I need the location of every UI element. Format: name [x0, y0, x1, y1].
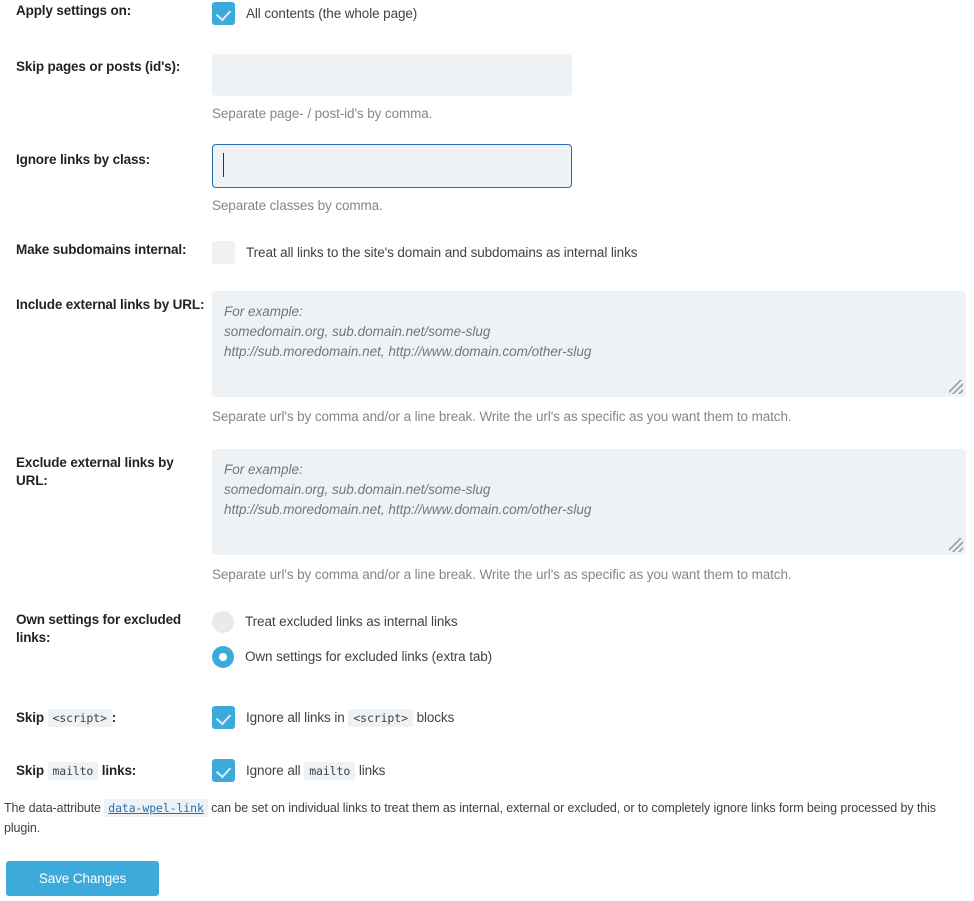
ignore-class-input[interactable]: [212, 144, 572, 188]
desc-ignore-class: Separate classes by comma.: [212, 198, 383, 213]
checkbox-skip-script-after: blocks: [416, 710, 455, 725]
label-subdomains-internal: Make subdomains internal:: [16, 242, 187, 257]
checkbox-apply-settings[interactable]: [212, 2, 235, 25]
label-skip-mailto: Skip mailto links:: [16, 762, 206, 780]
label-skip-mailto-before: Skip: [16, 763, 44, 778]
label-include-external: Include external links by URL:: [16, 297, 205, 312]
checkbox-skip-mailto-code: mailto: [304, 762, 356, 780]
checkbox-skip-mailto-label: Ignore all mailto links: [246, 759, 385, 783]
checkbox-subdomains-internal[interactable]: [212, 241, 235, 264]
text-caret: [223, 153, 224, 177]
desc-include-external: Separate url's by comma and/or a line br…: [212, 409, 792, 424]
checkbox-skip-script[interactable]: [212, 706, 235, 729]
radio-treat-as-internal-row[interactable]: Treat excluded links as internal links: [212, 611, 492, 633]
checkbox-skip-script-code: <script>: [348, 709, 413, 727]
checkbox-skip-script-label: Ignore all links in <script> blocks: [246, 706, 454, 730]
note-before: The data-attribute: [4, 801, 101, 815]
field-skip-script: Ignore all links in <script> blocks: [212, 706, 454, 730]
field-excluded-settings: Treat excluded links as internal links O…: [212, 611, 492, 668]
field-apply-settings: All contents (the whole page): [212, 2, 417, 25]
label-skip-script-before: Skip: [16, 710, 44, 725]
include-external-textarea[interactable]: [212, 291, 966, 397]
data-wpel-link-link[interactable]: data-wpel-link: [104, 799, 208, 817]
field-skip-pages: Separate page- / post-id's by comma.: [212, 54, 572, 123]
label-skip-mailto-code: mailto: [47, 762, 99, 780]
label-excluded-settings: Own settings for excluded links:: [16, 612, 182, 645]
label-skip-pages: Skip pages or posts (id's):: [16, 59, 181, 74]
checkbox-subdomains-internal-label: Treat all links to the site's domain and…: [246, 245, 638, 260]
label-skip-script-code: <script>: [47, 709, 112, 727]
radio-own-settings-row[interactable]: Own settings for excluded links (extra t…: [212, 646, 492, 668]
checkbox-skip-mailto-before: Ignore all: [246, 763, 301, 778]
checkbox-skip-mailto-after: links: [358, 763, 386, 778]
label-skip-script: Skip <script>:: [16, 709, 206, 727]
skip-pages-input[interactable]: [212, 54, 572, 96]
field-skip-mailto: Ignore all mailto links: [212, 759, 385, 783]
label-ignore-class: Ignore links by class:: [16, 152, 151, 167]
desc-exclude-external: Separate url's by comma and/or a line br…: [212, 567, 792, 582]
desc-skip-pages: Separate page- / post-id's by comma.: [212, 106, 433, 121]
field-ignore-class: Separate classes by comma.: [212, 144, 572, 215]
label-exclude-external: Exclude external links by URL:: [16, 455, 174, 488]
settings-form-page: Apply settings on: All contents (the who…: [0, 0, 974, 901]
checkbox-skip-script-before: Ignore all links in: [246, 710, 345, 725]
radio-treat-as-internal-label: Treat excluded links as internal links: [245, 614, 458, 629]
label-skip-mailto-after: links:: [101, 763, 137, 778]
checkbox-apply-settings-row[interactable]: All contents (the whole page): [212, 2, 417, 25]
radio-treat-as-internal[interactable]: [212, 611, 234, 633]
checkbox-skip-mailto-row[interactable]: Ignore all mailto links: [212, 759, 385, 783]
field-subdomains-internal: Treat all links to the site's domain and…: [212, 241, 637, 264]
checkbox-skip-script-row[interactable]: Ignore all links in <script> blocks: [212, 706, 454, 730]
field-exclude-external: Separate url's by comma and/or a line br…: [212, 449, 966, 584]
label-skip-script-after: :: [111, 710, 117, 725]
checkbox-subdomains-internal-row[interactable]: Treat all links to the site's domain and…: [212, 241, 637, 264]
data-attribute-note: The data-attribute data-wpel-link can be…: [4, 798, 962, 838]
radio-own-settings-label: Own settings for excluded links (extra t…: [245, 649, 493, 664]
field-include-external: Separate url's by comma and/or a line br…: [212, 291, 966, 426]
include-external-textarea-wrap: [212, 291, 966, 397]
exclude-external-textarea[interactable]: [212, 449, 966, 555]
checkbox-apply-settings-label: All contents (the whole page): [246, 6, 418, 21]
exclude-external-textarea-wrap: [212, 449, 966, 555]
checkbox-skip-mailto[interactable]: [212, 759, 235, 782]
save-changes-button[interactable]: Save Changes: [6, 861, 159, 896]
label-apply-settings: Apply settings on:: [16, 3, 132, 18]
radio-own-settings[interactable]: [212, 646, 234, 668]
